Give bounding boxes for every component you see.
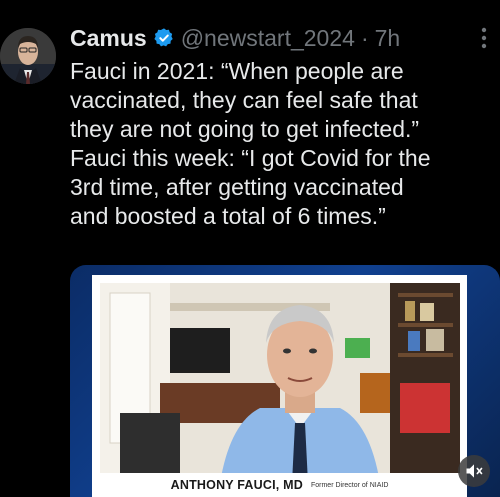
mute-button[interactable] xyxy=(458,455,490,487)
avatar[interactable] xyxy=(0,28,56,84)
caption-name: ANTHONY FAUCI, MD xyxy=(170,478,303,492)
avatar-image xyxy=(0,28,56,84)
video-still-image xyxy=(100,283,460,483)
more-options-icon[interactable] xyxy=(472,24,496,54)
lower-third-caption: ANTHONY FAUCI, MD Former Director of NIA… xyxy=(92,473,467,497)
tweet[interactable]: Camus @newstart_2024 · 7h Fauci in 2021:… xyxy=(0,0,500,497)
caption-title: Former Director of NIAID xyxy=(310,481,389,489)
separator-dot: · xyxy=(360,24,369,51)
verified-badge-icon[interactable] xyxy=(153,27,175,49)
timestamp[interactable]: 7h xyxy=(375,25,401,52)
tweet-text: Fauci in 2021: “When people are vaccinat… xyxy=(70,58,431,229)
video-frame: ANTHONY FAUCI, MD Former Director of NIA… xyxy=(92,275,467,497)
handle[interactable]: @newstart_2024 xyxy=(181,25,355,52)
speaker-muted-icon xyxy=(466,464,483,478)
video-player[interactable]: ANTHONY FAUCI, MD Former Director of NIA… xyxy=(70,265,500,497)
display-name[interactable]: Camus xyxy=(70,25,147,52)
video-scene xyxy=(100,283,460,483)
tweet-header: Camus @newstart_2024 · 7h xyxy=(70,22,400,54)
